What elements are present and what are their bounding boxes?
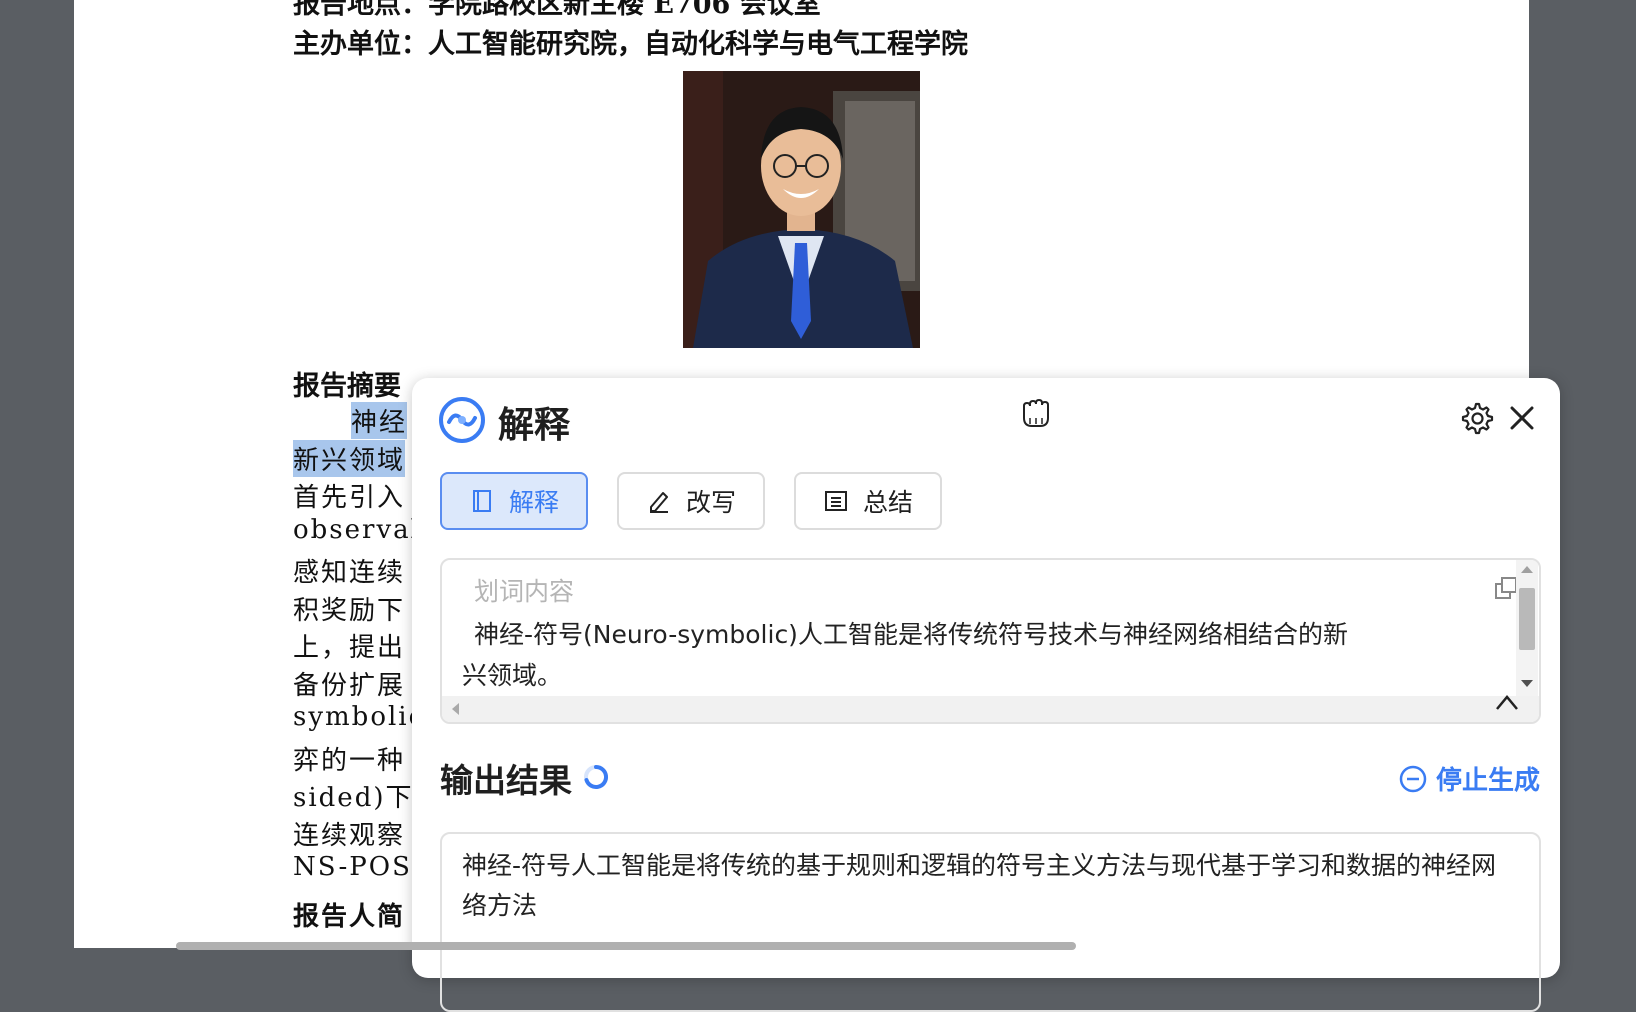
tab-rewrite-label: 改写 — [685, 488, 736, 517]
report-host-line: 主办单位：人工智能研究院，自动化科学与电气工程学院 — [293, 29, 968, 60]
abstract-line: 上，提出 — [293, 633, 406, 663]
panel-title: 解释 — [498, 405, 571, 446]
abstract-heading: 报告摘要 — [293, 371, 401, 402]
selection-text[interactable]: 神经-符号(Neuro-symbolic)人工智能是将传统符号技术与神经网络相结… — [462, 614, 1362, 696]
selection-label: 划词内容 — [474, 577, 575, 606]
abstract-line: 备份扩展 — [293, 670, 406, 701]
output-title: 输出结果 — [440, 761, 572, 800]
speaker-photo — [683, 71, 920, 348]
scroll-left-arrow-icon[interactable] — [452, 703, 459, 715]
bio-heading: 报告人简 — [293, 902, 406, 932]
settings-gear-icon[interactable] — [1458, 400, 1494, 436]
abstract-line: 积奖励下 — [293, 595, 406, 626]
drag-hand-icon[interactable] — [1016, 394, 1058, 432]
list-icon — [824, 491, 847, 511]
abstract-line: 首先引入 — [293, 483, 406, 513]
tab-explain[interactable]: 解释 — [440, 472, 588, 530]
abstract-line: 弈的一种 — [293, 745, 406, 776]
report-location-line: 报告地点：学院路校区新主楼 E706 会议室 — [293, 0, 821, 20]
panel-header: 解释 — [412, 378, 1560, 458]
tab-summarize[interactable]: 总结 — [794, 472, 942, 530]
abstract-line: 新兴领域 — [293, 439, 406, 477]
abstract-line: 连续观察 — [293, 820, 406, 851]
abstract-line: 神经 — [351, 402, 408, 439]
pen-icon — [649, 492, 668, 513]
tab-summarize-label: 总结 — [862, 488, 913, 517]
selection-vertical-scrollbar[interactable] — [1516, 560, 1538, 696]
scroll-up-arrow-icon[interactable] — [1521, 566, 1533, 573]
page-horizontal-scrollbar[interactable] — [176, 942, 1076, 950]
scroll-down-arrow-icon[interactable] — [1521, 680, 1533, 687]
book-icon — [472, 490, 491, 512]
scroll-thumb[interactable] — [1519, 588, 1535, 650]
stop-generation-button[interactable]: 停止生成 — [1398, 760, 1540, 797]
close-icon[interactable] — [1504, 400, 1540, 436]
stop-generation-label: 停止生成 — [1436, 766, 1541, 796]
tab-rewrite[interactable]: 改写 — [617, 472, 765, 530]
explain-panel: 解释 解释 改写 总结 划词内容 神经-符号(Neuro-symbolic)人工… — [412, 378, 1560, 1012]
tab-explain-label: 解释 — [508, 488, 559, 517]
collapse-chevron-up-icon[interactable] — [1492, 690, 1522, 714]
loading-spinner-icon — [584, 764, 609, 789]
selection-box: 划词内容 神经-符号(Neuro-symbolic)人工智能是将传统符号技术与神… — [440, 558, 1541, 724]
abstract-line: symbolic — [293, 702, 426, 732]
abstract-line: 感知连续 — [293, 558, 406, 588]
assistant-logo-icon — [439, 397, 485, 443]
output-text[interactable]: 神经-符号人工智能是将传统的基于规则和逻辑的符号主义方法与现代基于学习和数据的神… — [462, 846, 1502, 926]
stop-circle-minus-icon — [1399, 765, 1427, 792]
selection-horizontal-scrollbar[interactable] — [442, 696, 1539, 722]
output-box: 神经-符号人工智能是将传统的基于规则和逻辑的符号主义方法与现代基于学习和数据的神… — [440, 832, 1541, 1012]
